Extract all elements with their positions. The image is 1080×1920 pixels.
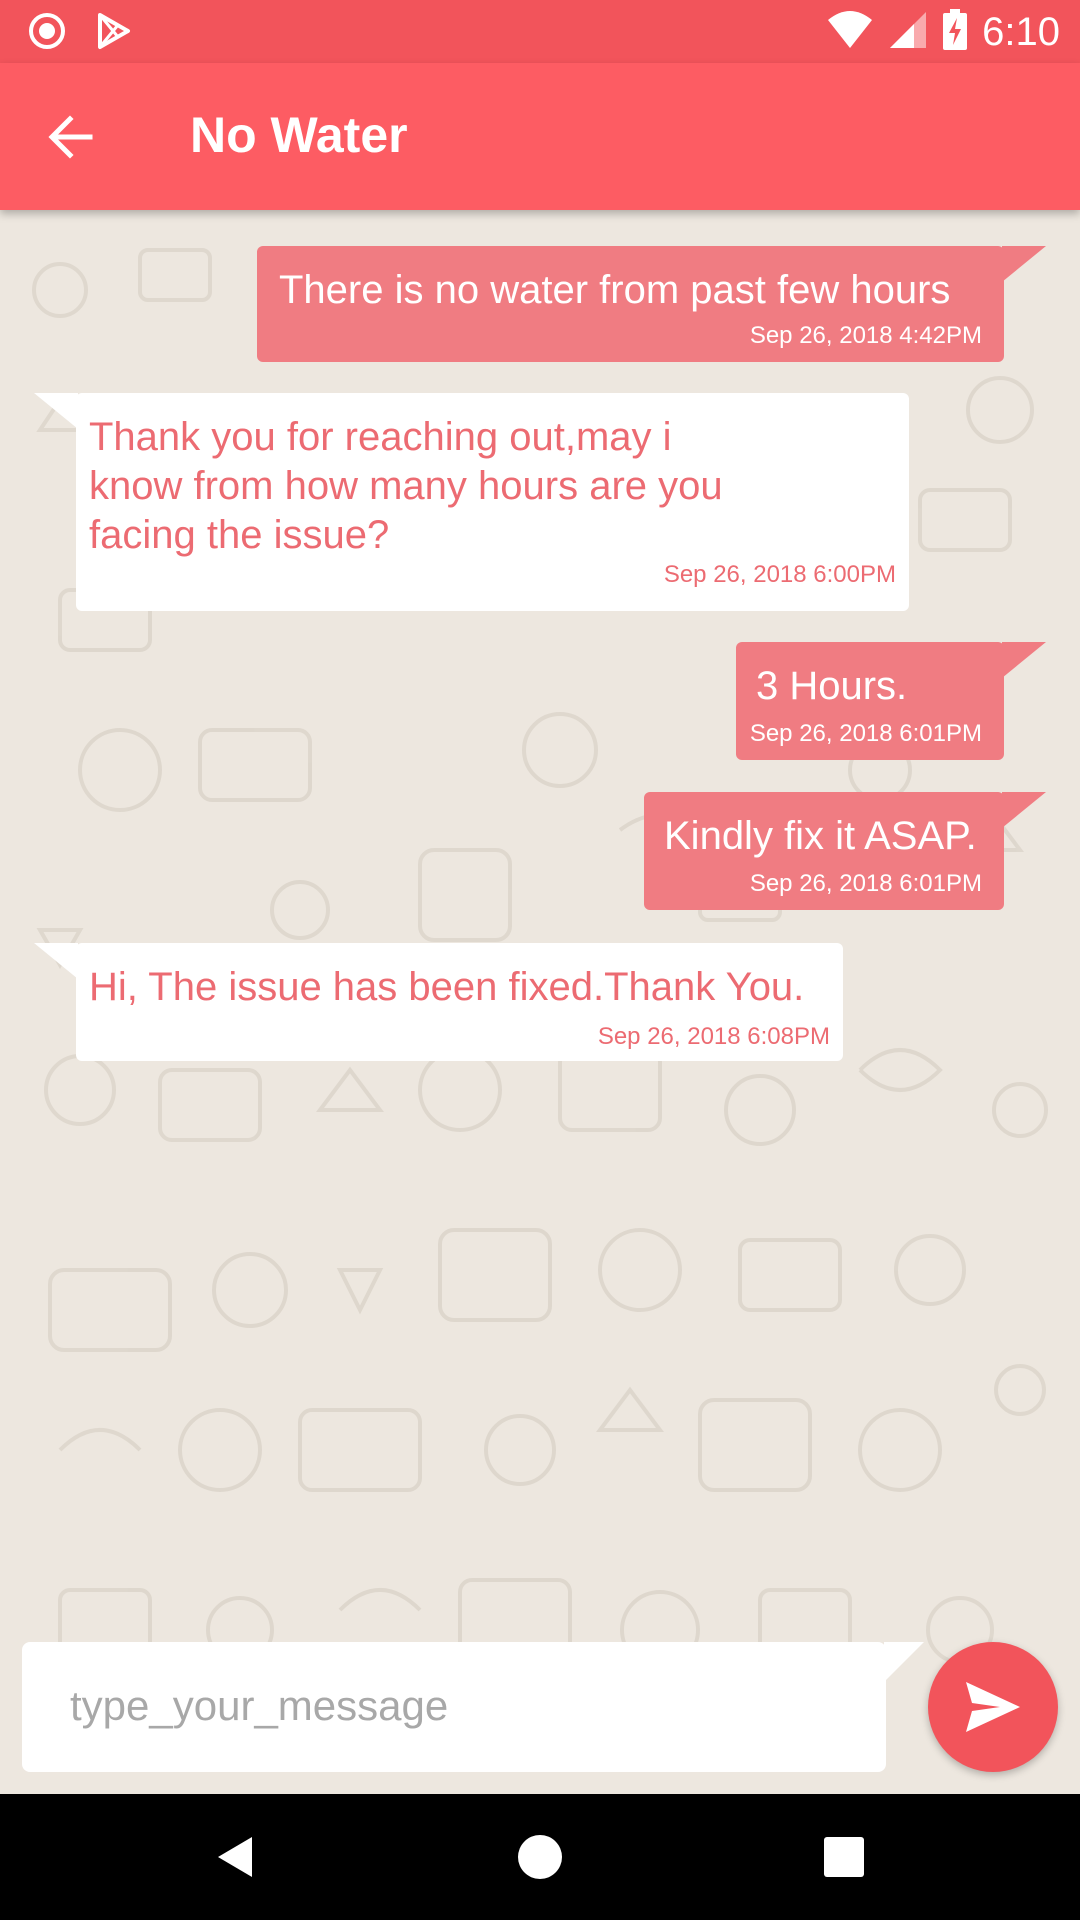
message-text: Hi, The issue has been fixed.Thank You. xyxy=(89,965,805,1009)
status-left-icons xyxy=(28,12,132,55)
message-timestamp: Sep 26, 2018 6:01PM xyxy=(749,720,982,747)
message-timestamp: Sep 26, 2018 6:00PM xyxy=(663,561,896,588)
system-nav-bar xyxy=(0,1794,1080,1920)
signal-icon xyxy=(888,10,928,55)
battery-charging-icon xyxy=(942,8,968,56)
status-right-icons: 6:10 xyxy=(826,8,1060,56)
back-triangle-icon xyxy=(218,1837,252,1877)
message-text: Kindly fix it ASAP. xyxy=(664,814,977,858)
play-store-icon xyxy=(96,12,132,55)
recents-square-icon xyxy=(824,1837,864,1877)
nav-home-button[interactable] xyxy=(510,1827,570,1887)
message-input-box[interactable] xyxy=(22,1642,924,1772)
status-bar: 6:10 xyxy=(0,0,1080,63)
message-timestamp: Sep 26, 2018 6:01PM xyxy=(749,870,982,897)
message-bubble-outgoing[interactable]: 3 Hours. Sep 26, 2018 6:01PM xyxy=(736,642,1046,760)
message-bubble-incoming[interactable]: Hi, The issue has been fixed.Thank You. … xyxy=(34,943,843,1061)
bubble-tail xyxy=(1002,246,1046,282)
nav-recents-button[interactable] xyxy=(814,1827,874,1887)
chat-area[interactable]: There is no water from past few hours Se… xyxy=(0,210,1080,1794)
page-title: No Water xyxy=(190,107,408,163)
toolbar: No Water xyxy=(0,63,1080,210)
record-icon xyxy=(28,12,66,55)
message-bubble-outgoing[interactable]: There is no water from past few hours Se… xyxy=(257,246,1046,362)
back-button[interactable] xyxy=(40,105,104,169)
message-bubble-incoming[interactable]: Thank you for reaching out,may i know fr… xyxy=(34,393,909,611)
input-tail xyxy=(884,1642,924,1682)
message-bubble-outgoing[interactable]: Kindly fix it ASAP. Sep 26, 2018 6:01PM xyxy=(644,792,1046,910)
bubble-tail xyxy=(1002,792,1046,828)
home-circle-icon xyxy=(518,1835,562,1879)
send-button[interactable] xyxy=(928,1642,1058,1772)
arrow-back-icon xyxy=(48,115,93,159)
bubble-tail xyxy=(34,943,78,979)
message-input[interactable] xyxy=(68,1670,852,1742)
bubble-tail xyxy=(34,393,78,429)
wifi-icon xyxy=(826,10,874,55)
status-time: 6:10 xyxy=(982,10,1060,54)
nav-back-button[interactable] xyxy=(206,1827,266,1887)
message-timestamp: Sep 26, 2018 6:08PM xyxy=(597,1023,830,1050)
message-text: 3 Hours. xyxy=(756,664,908,708)
message-text: Thank you for reaching out,may i know fr… xyxy=(89,415,723,557)
bubble-tail xyxy=(1002,642,1046,678)
message-text: There is no water from past few hours xyxy=(279,268,951,312)
message-timestamp: Sep 26, 2018 4:42PM xyxy=(749,322,982,349)
send-icon xyxy=(966,1682,1020,1732)
